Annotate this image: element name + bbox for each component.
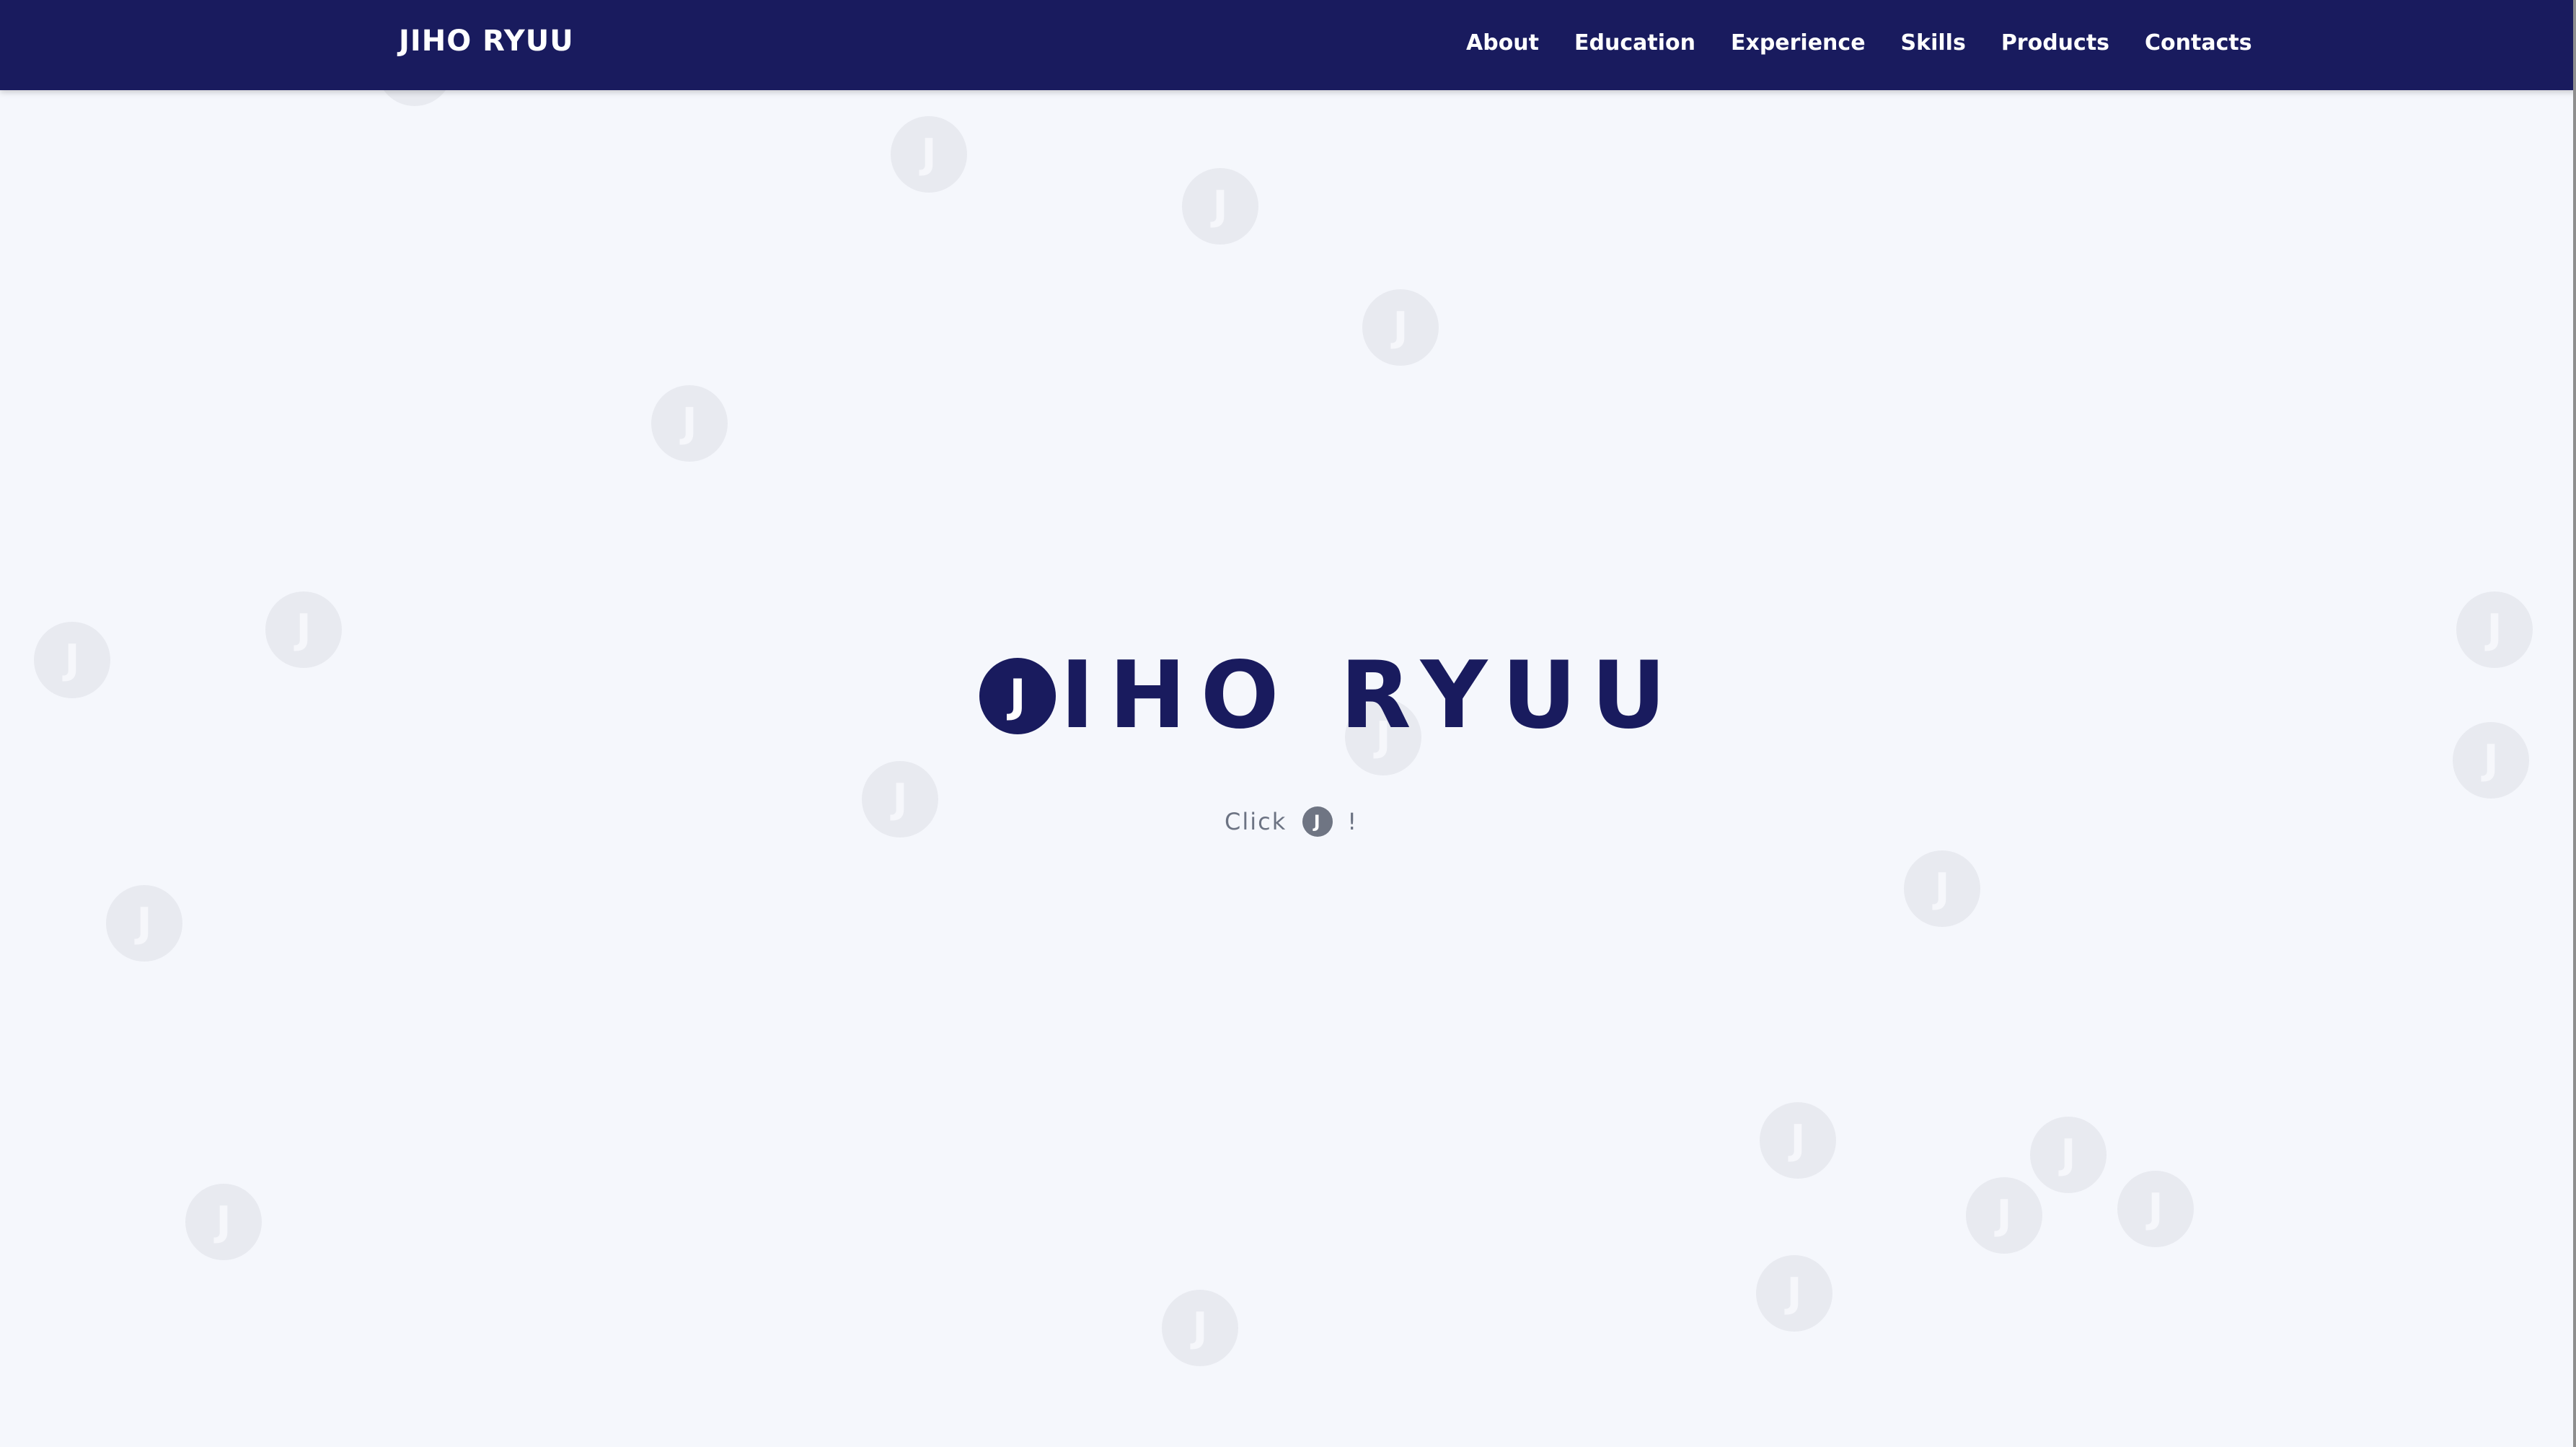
hint-text-before: Click — [1225, 808, 1287, 835]
top-navbar: JIHO RYUU About Education Experience Ski… — [0, 0, 2576, 90]
page-scrollbar[interactable] — [2573, 0, 2576, 1447]
nav-links: About Education Experience Skills Produc… — [1466, 30, 2252, 56]
hero-j-button[interactable]: J — [979, 658, 1056, 734]
nav-link-about[interactable]: About — [1466, 30, 1539, 56]
nav-link-education[interactable]: Education — [1574, 30, 1695, 56]
j-logo-icon: J — [1313, 812, 1322, 832]
hint-j-button[interactable]: J — [1302, 806, 1333, 837]
hero-title: J IHO RYUU — [979, 646, 1680, 747]
hero-section: J IHO RYUU Click J ! — [0, 0, 2576, 1447]
j-logo-icon: J — [1009, 669, 1026, 722]
nav-link-experience[interactable]: Experience — [1731, 30, 1866, 56]
brand-logo-link[interactable]: JIHO RYUU — [399, 25, 574, 58]
hero-hint: Click J ! — [1225, 806, 1358, 837]
hint-text-after: ! — [1347, 808, 1359, 835]
nav-link-skills[interactable]: Skills — [1901, 30, 1966, 56]
nav-link-contacts[interactable]: Contacts — [2145, 30, 2252, 56]
hero-name-text: IHO RYUU — [1060, 642, 1681, 749]
nav-link-products[interactable]: Products — [2001, 30, 2109, 56]
